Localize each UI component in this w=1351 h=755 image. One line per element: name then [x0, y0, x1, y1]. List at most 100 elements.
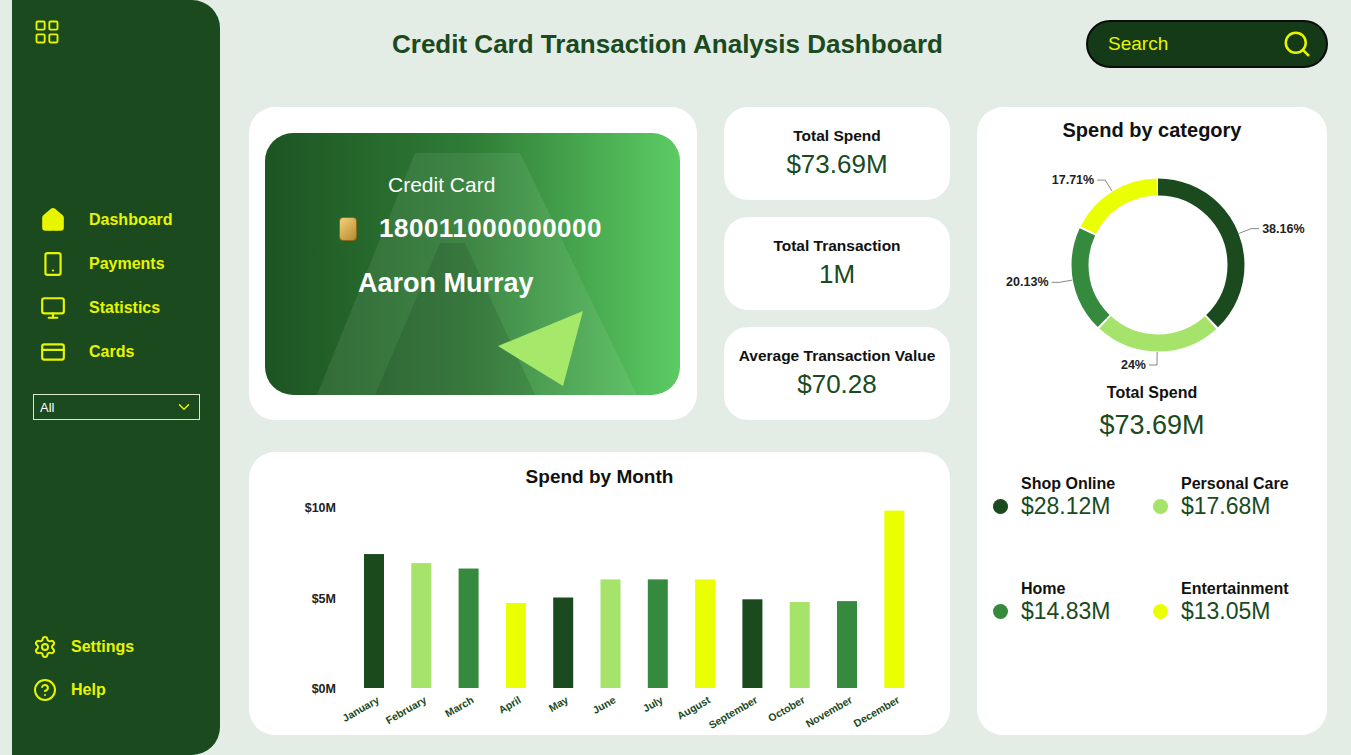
nav-item-icon: [40, 295, 66, 321]
sidebar-item-label: Statistics: [89, 299, 160, 317]
donut-segment[interactable]: 38.16%: [1080, 187, 1305, 343]
sidebar-footer-item[interactable]: Settings: [33, 625, 220, 668]
sidebar-item-icon-box: [37, 251, 69, 277]
legend-item: Home$14.83M: [993, 580, 1153, 625]
category-donut: 38.16% 24% 20.13% 17.71%: [977, 144, 1327, 384]
legend-value: $28.12M: [1021, 493, 1153, 520]
axis-tick: $5M: [312, 592, 336, 606]
nav-item-icon: [40, 339, 66, 365]
sidebar-item-icon-box: [37, 339, 69, 365]
sidebar-footer-label: Settings: [71, 638, 134, 656]
kpi-label: Total Transaction: [773, 237, 900, 255]
help-icon: [33, 678, 57, 702]
card-decoration-icon: [265, 133, 680, 395]
category-total-label: Total Spend: [1107, 384, 1197, 402]
donut-segment[interactable]: 17.71%: [1052, 173, 1236, 343]
sidebar-item[interactable]: Payments: [33, 242, 220, 286]
kpi-label: Average Transaction Value: [739, 347, 936, 365]
card-number: 180011000000000: [379, 213, 602, 244]
chevron-down-icon: [175, 398, 193, 416]
sidebar-item[interactable]: Dashboard: [33, 198, 220, 242]
sidebar-footer-item[interactable]: Help: [33, 668, 220, 711]
month-label: August: [675, 693, 713, 722]
month-label: July: [641, 693, 665, 714]
nav-item-icon: [40, 207, 66, 233]
kpi-card: Total Spend$73.69M: [724, 107, 950, 200]
month-label: March: [443, 693, 476, 719]
month-bar[interactable]: [411, 563, 431, 688]
donut-segment[interactable]: 24%: [1080, 187, 1236, 372]
sidebar-item-label: Cards: [89, 343, 134, 361]
sidebar-item-label: Payments: [89, 255, 165, 273]
month-bar[interactable]: [364, 554, 384, 688]
axis-tick: $0M: [312, 682, 336, 696]
legend-item: Personal Care$17.68M: [1153, 475, 1303, 520]
legend-dot: [1153, 499, 1168, 514]
month-bar[interactable]: [837, 601, 857, 688]
donut-percent-label: 24%: [1121, 358, 1146, 372]
kpi-value: 1M: [819, 259, 855, 290]
sidebar-nav: Dashboard Payments Statistics Cards: [33, 198, 220, 374]
search-box[interactable]: [1086, 20, 1328, 68]
kpi-card: Total Transaction 1M: [724, 217, 950, 310]
sidebar-item-icon-box: [37, 207, 69, 233]
axis-tick: $10M: [305, 501, 336, 515]
legend-dot: [993, 499, 1008, 514]
category-title: Spend by category: [1063, 119, 1242, 142]
dashboard-grid: Credit Card180011000000000Aaron MurrayTo…: [249, 107, 1328, 735]
nav-item-icon: [40, 251, 66, 277]
dashboard-title: Credit Card Transaction Analysis Dashboa…: [249, 29, 1086, 60]
month-bar[interactable]: [553, 598, 573, 689]
month-label: April: [496, 693, 523, 715]
month-bar[interactable]: [648, 579, 668, 688]
credit-card[interactable]: Credit Card180011000000000Aaron Murray: [265, 133, 680, 395]
donut-percent-label: 38.16%: [1262, 222, 1304, 236]
kpi-card: Average Transaction Value $70.28: [724, 327, 950, 420]
legend-item: Shop Online$28.12M: [993, 475, 1153, 520]
donut-segment[interactable]: 20.13%: [1006, 187, 1236, 343]
month-bar[interactable]: [459, 569, 479, 688]
month-label: June: [590, 693, 617, 716]
month-label: December: [851, 693, 901, 729]
sidebar-item[interactable]: Statistics: [33, 286, 220, 330]
month-label: October: [766, 693, 807, 724]
month-label: February: [383, 693, 428, 726]
sidebar-item-label: Dashboard: [89, 211, 173, 229]
grid-menu-icon[interactable]: [33, 18, 61, 46]
legend-name: Shop Online: [1021, 475, 1153, 493]
month-label: January: [340, 693, 381, 724]
category-panel: Spend by category 38.16% 24% 20.13% 17.71% To…: [977, 107, 1327, 735]
month-label: November: [804, 693, 854, 729]
search-icon[interactable]: [1282, 29, 1312, 59]
search-input[interactable]: [1106, 32, 1274, 56]
legend-value: $13.05M: [1181, 598, 1303, 625]
sidebar: Dashboard Payments Statistics Cards All Setti…: [12, 0, 220, 755]
main-content: Credit Card Transaction Analysis Dashboa…: [220, 0, 1351, 755]
month-bar[interactable]: [695, 579, 715, 688]
card-chip-icon: [339, 217, 357, 241]
sidebar-item-icon-box: [37, 295, 69, 321]
card-holder: Aaron Murray: [358, 268, 680, 299]
month-label: September: [706, 693, 759, 731]
month-bar[interactable]: [790, 602, 810, 688]
donut-percent-label: 17.71%: [1052, 173, 1094, 187]
month-bar[interactable]: [506, 603, 526, 688]
month-bar[interactable]: [601, 579, 621, 688]
legend-dot: [1153, 604, 1168, 619]
kpi-label: Total Spend: [793, 127, 881, 145]
card-number-row: 180011000000000: [339, 213, 680, 244]
kpi-value: $70.28: [797, 369, 877, 400]
card-panel: Credit Card180011000000000Aaron Murray: [249, 107, 697, 420]
gear-icon: [33, 635, 57, 659]
filter-value: All: [40, 400, 54, 415]
filter-dropdown[interactable]: All: [33, 394, 200, 420]
month-panel: Spend by Month$10M$5M$0MJanuaryFebruaryM…: [249, 452, 950, 735]
month-bar[interactable]: [884, 511, 904, 688]
donut-percent-label: 20.13%: [1006, 275, 1048, 289]
month-bar[interactable]: [742, 599, 762, 688]
month-bar-chart: $10M $5M $0M JanuaryFebruary March April May Ju…: [249, 495, 950, 735]
month-label: May: [547, 693, 571, 714]
legend-item: Entertainment$13.05M: [1153, 580, 1303, 625]
sidebar-item[interactable]: Cards: [33, 330, 220, 374]
legend-value: $14.83M: [1021, 598, 1153, 625]
